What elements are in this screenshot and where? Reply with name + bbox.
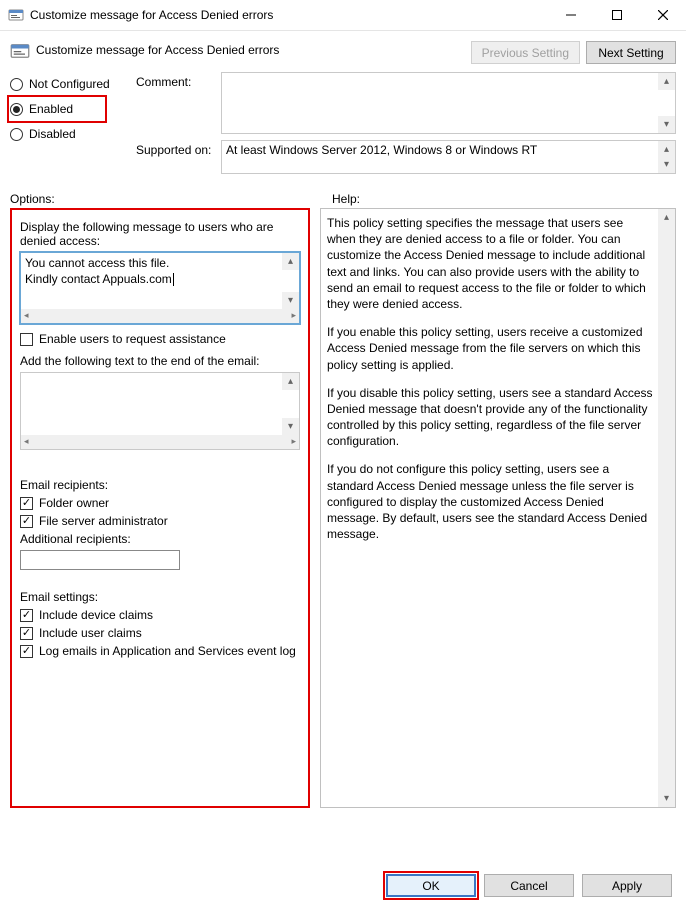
help-paragraph: If you do not configure this policy sett… bbox=[327, 461, 655, 542]
scroll-up-icon[interactable]: ▴ bbox=[658, 209, 675, 226]
next-setting-button[interactable]: Next Setting bbox=[586, 41, 676, 64]
enable-assistance-checkbox[interactable]: Enable users to request assistance bbox=[20, 332, 300, 346]
apply-button[interactable]: Apply bbox=[582, 874, 672, 897]
radio-not-configured[interactable]: Not Configured bbox=[10, 72, 136, 96]
checkbox-icon bbox=[20, 645, 33, 658]
window-title: Customize message for Access Denied erro… bbox=[30, 8, 548, 22]
email-append-field[interactable]: ▴ ▾ ◂▸ bbox=[20, 372, 300, 450]
display-message-value: You cannot access this file. Kindly cont… bbox=[25, 256, 172, 286]
minimize-button[interactable] bbox=[548, 0, 594, 30]
previous-setting-button: Previous Setting bbox=[471, 41, 580, 64]
checkbox-label: Include user claims bbox=[39, 626, 142, 640]
checkbox-icon bbox=[20, 627, 33, 640]
supported-value: At least Windows Server 2012, Windows 8 … bbox=[226, 143, 537, 157]
ok-button[interactable]: OK bbox=[386, 874, 476, 897]
state-radio-group: Not Configured Enabled Disabled bbox=[10, 72, 136, 146]
help-heading: Help: bbox=[312, 192, 676, 206]
supported-label: Supported on: bbox=[136, 140, 221, 174]
checkbox-icon bbox=[20, 609, 33, 622]
options-pane: Display the following message to users w… bbox=[10, 208, 310, 808]
user-claims-checkbox[interactable]: Include user claims bbox=[20, 626, 300, 640]
radio-icon bbox=[10, 128, 23, 141]
radio-enabled[interactable]: Enabled bbox=[10, 98, 73, 120]
scroll-up-icon[interactable]: ▴ bbox=[282, 253, 299, 270]
checkbox-icon bbox=[20, 333, 33, 346]
scroll-up-icon[interactable]: ▴ bbox=[282, 373, 299, 390]
dialog-buttons: OK Cancel Apply bbox=[0, 874, 686, 897]
display-message-label: Display the following message to users w… bbox=[20, 220, 300, 248]
maximize-button[interactable] bbox=[594, 0, 640, 30]
folder-owner-checkbox[interactable]: Folder owner bbox=[20, 496, 300, 510]
help-scrollbar[interactable]: ▴ ▾ bbox=[658, 209, 675, 807]
checkbox-icon bbox=[20, 497, 33, 510]
scroll-down-icon[interactable]: ▾ bbox=[658, 790, 675, 807]
comment-field[interactable]: ▴ ▾ bbox=[221, 72, 676, 134]
policy-icon bbox=[8, 7, 24, 23]
close-button[interactable] bbox=[640, 0, 686, 30]
radio-disabled[interactable]: Disabled bbox=[10, 122, 136, 146]
radio-icon bbox=[10, 103, 23, 116]
checkbox-label: Enable users to request assistance bbox=[39, 332, 226, 346]
help-paragraph: If you enable this policy setting, users… bbox=[327, 324, 655, 373]
comment-label: Comment: bbox=[136, 72, 221, 134]
checkbox-label: Folder owner bbox=[39, 496, 109, 510]
log-emails-checkbox[interactable]: Log emails in Application and Services e… bbox=[20, 644, 300, 658]
horizontal-scrollbar[interactable]: ◂▸ bbox=[21, 309, 299, 323]
cancel-button[interactable]: Cancel bbox=[484, 874, 574, 897]
scroll-down-icon[interactable]: ▾ bbox=[658, 156, 675, 173]
checkbox-icon bbox=[20, 515, 33, 528]
scroll-up-icon[interactable]: ▴ bbox=[658, 73, 675, 90]
window-controls bbox=[548, 0, 686, 30]
policy-title: Customize message for Access Denied erro… bbox=[36, 41, 471, 57]
help-paragraph: If you disable this policy setting, user… bbox=[327, 385, 655, 450]
help-paragraph: This policy setting specifies the messag… bbox=[327, 215, 655, 312]
radio-label: Not Configured bbox=[29, 77, 110, 91]
email-settings-heading: Email settings: bbox=[20, 590, 300, 604]
additional-recipients-field[interactable] bbox=[20, 550, 180, 570]
enabled-highlight: Enabled bbox=[7, 95, 107, 123]
radio-icon bbox=[10, 78, 23, 91]
radio-label: Disabled bbox=[29, 127, 76, 141]
help-pane: This policy setting specifies the messag… bbox=[320, 208, 676, 808]
file-admin-checkbox[interactable]: File server administrator bbox=[20, 514, 300, 528]
options-heading: Options: bbox=[10, 192, 312, 206]
scroll-down-icon[interactable]: ▾ bbox=[282, 292, 299, 309]
display-message-field[interactable]: You cannot access this file. Kindly cont… bbox=[20, 252, 300, 324]
policy-icon bbox=[10, 41, 30, 61]
scroll-down-icon[interactable]: ▾ bbox=[658, 116, 675, 133]
additional-recipients-label: Additional recipients: bbox=[20, 532, 300, 546]
header-area: Customize message for Access Denied erro… bbox=[0, 31, 686, 184]
recipients-heading: Email recipients: bbox=[20, 478, 300, 492]
titlebar: Customize message for Access Denied erro… bbox=[0, 0, 686, 31]
checkbox-label: File server administrator bbox=[39, 514, 168, 528]
horizontal-scrollbar[interactable]: ◂▸ bbox=[21, 435, 299, 449]
checkbox-label: Log emails in Application and Services e… bbox=[39, 644, 296, 658]
device-claims-checkbox[interactable]: Include device claims bbox=[20, 608, 300, 622]
scroll-down-icon[interactable]: ▾ bbox=[282, 418, 299, 435]
supported-field: At least Windows Server 2012, Windows 8 … bbox=[221, 140, 676, 174]
email-append-label: Add the following text to the end of the… bbox=[20, 354, 300, 368]
radio-label: Enabled bbox=[29, 102, 73, 116]
checkbox-label: Include device claims bbox=[39, 608, 153, 622]
